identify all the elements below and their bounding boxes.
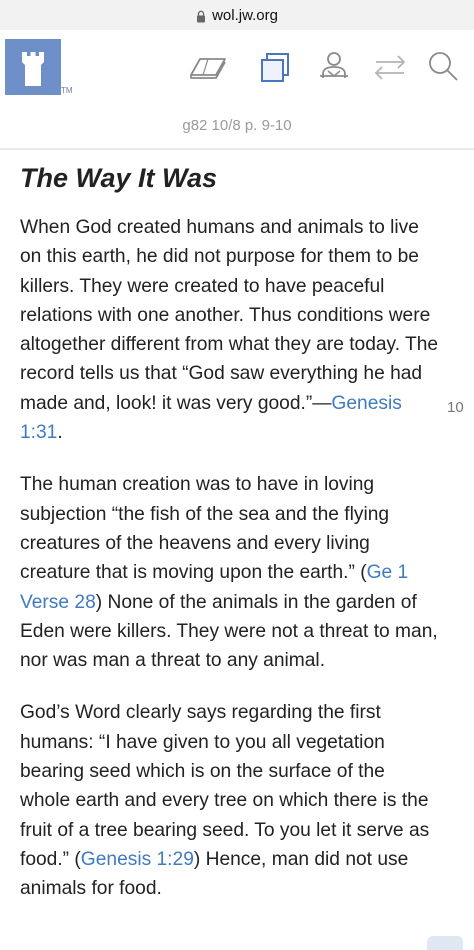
paragraph-1-end: . [57,422,63,444]
article: The Way It Was When God created humans a… [20,158,440,904]
reference-text: g82 10/8 p. 9-10 [182,116,292,134]
scroll-to-top-button[interactable] [427,936,463,950]
lock-icon [197,10,206,22]
paragraph-3: God’s Word clearly says regarding the fi… [20,698,440,903]
watchtower-logo[interactable] [5,39,61,95]
paragraph-1: When God created humans and animals to l… [20,213,440,447]
article-title: The Way It Was [20,163,218,193]
user-at-desk-icon[interactable] [314,47,354,87]
paragraph-1-text: When God created humans and animals to l… [20,217,439,414]
url-bar[interactable]: wol.jw.org [0,0,474,30]
paragraph-2: The human creation was to have in loving… [20,470,440,675]
paragraph-3-text: God’s Word clearly says regarding the fi… [20,702,430,870]
paragraph-number: 10 [447,399,464,416]
swap-arrows-icon[interactable] [370,47,410,87]
paragraph-2-text: The human creation was to have in loving… [20,474,390,584]
book-icon[interactable] [188,47,228,87]
divider [0,148,474,150]
scripture-link-genesis-1-29[interactable]: Genesis 1:29 [81,849,194,870]
top-navigation: TM [0,30,474,102]
tower-icon [22,52,44,86]
publication-reference: g82 10/8 p. 9-10 [0,104,474,146]
trademark-label: TM [61,86,73,95]
duplicate-icon[interactable] [256,47,296,87]
url-text: wol.jw.org [212,6,278,24]
search-icon[interactable] [424,47,464,87]
